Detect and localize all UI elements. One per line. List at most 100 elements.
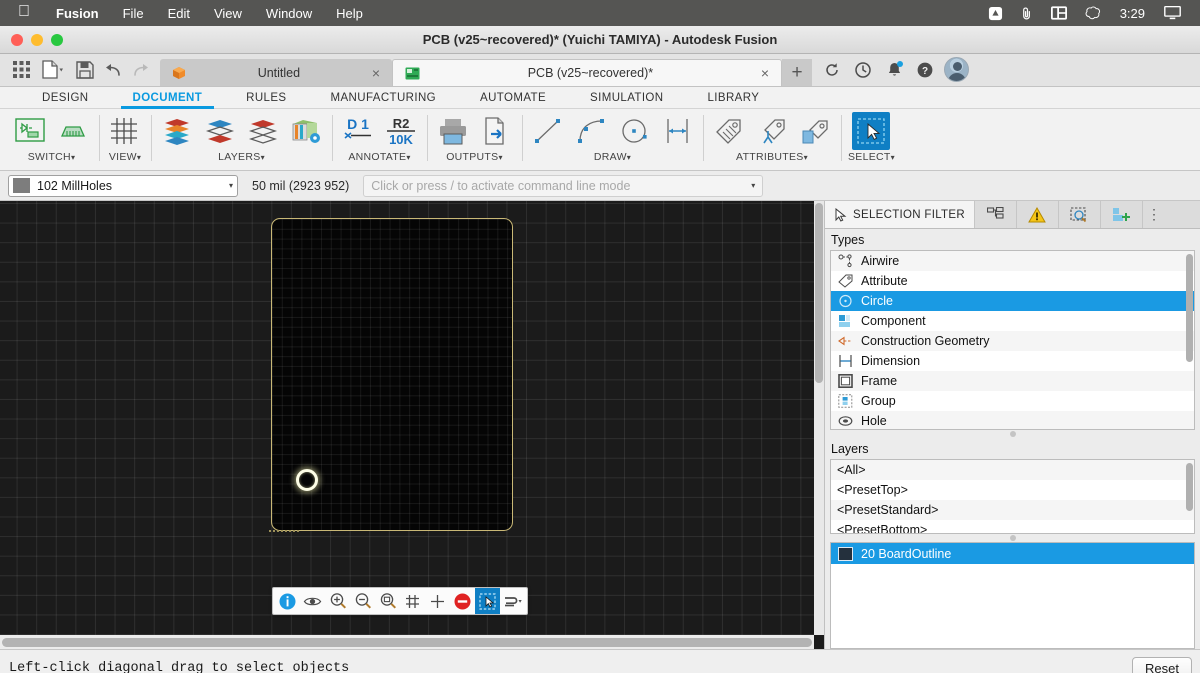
- ribbon-group-label[interactable]: ANNOTATE▾: [348, 151, 410, 164]
- ribbon-group-label[interactable]: VIEW▾: [109, 151, 141, 164]
- arc-icon[interactable]: [572, 112, 610, 150]
- list-item[interactable]: Component: [831, 311, 1194, 331]
- ribbon-tab-library[interactable]: LIBRARY: [685, 87, 781, 109]
- account-avatar[interactable]: [942, 56, 970, 84]
- list-item[interactable]: Airwire: [831, 251, 1194, 271]
- info-icon[interactable]: [275, 588, 300, 614]
- attribute-tag-icon[interactable]: [710, 112, 748, 150]
- pcb-canvas-area[interactable]: [0, 201, 824, 649]
- zoom-fit-icon[interactable]: [375, 588, 400, 614]
- print-icon[interactable]: [434, 112, 472, 150]
- zoom-out-icon[interactable]: [350, 588, 375, 614]
- menu-item-edit[interactable]: Edit: [156, 6, 202, 21]
- layers-scrollbar[interactable]: [1186, 461, 1193, 532]
- panel-overflow-menu[interactable]: ⋮: [1143, 201, 1165, 228]
- crosshair-icon[interactable]: [425, 588, 450, 614]
- list-item[interactable]: Frame: [831, 371, 1194, 391]
- list-item[interactable]: Hole: [831, 411, 1194, 429]
- selected-layer-row[interactable]: 20 BoardOutline: [830, 542, 1195, 564]
- board-outline[interactable]: [271, 218, 513, 531]
- reset-button[interactable]: Reset: [1132, 656, 1192, 673]
- list-item[interactable]: <PresetStandard>: [831, 500, 1194, 520]
- ribbon-tab-rules[interactable]: RULES: [224, 87, 308, 109]
- attribute-smash-icon[interactable]: [753, 112, 791, 150]
- openai-icon[interactable]: [1076, 5, 1110, 21]
- value-r2-10k-icon[interactable]: R2 10K: [382, 112, 420, 150]
- tab-add-component[interactable]: [1101, 201, 1143, 228]
- chevron-down-icon[interactable]: ▾: [229, 181, 233, 190]
- list-item[interactable]: <All>: [831, 460, 1194, 480]
- ribbon-group-label[interactable]: OUTPUTS▾: [446, 151, 503, 164]
- list-item[interactable]: <PresetBottom>: [831, 520, 1194, 533]
- ribbon-tab-design[interactable]: DESIGN: [20, 87, 111, 109]
- notifications-icon[interactable]: [880, 56, 908, 84]
- schematic-switch-icon[interactable]: [11, 112, 49, 150]
- layer-manager-icon[interactable]: [287, 112, 325, 150]
- route-mode-icon[interactable]: [500, 588, 525, 614]
- new-document-icon[interactable]: [36, 57, 70, 83]
- circle-icon[interactable]: [615, 112, 653, 150]
- canvas-vertical-scrollbar[interactable]: [814, 201, 824, 635]
- list-item[interactable]: Attribute: [831, 271, 1194, 291]
- list-item[interactable]: <PresetTop>: [831, 480, 1194, 500]
- apple-icon[interactable]: : [10, 4, 44, 22]
- grid-apps-icon[interactable]: [8, 57, 34, 83]
- visibility-eye-icon[interactable]: [300, 588, 325, 614]
- attribute-text-icon[interactable]: [796, 112, 834, 150]
- panel-splitter[interactable]: [825, 430, 1200, 438]
- menu-item-view[interactable]: View: [202, 6, 254, 21]
- line-icon[interactable]: [529, 112, 567, 150]
- paperclip-icon[interactable]: [1012, 6, 1042, 21]
- menu-item-help[interactable]: Help: [324, 6, 375, 21]
- select-tool-icon[interactable]: [475, 588, 500, 614]
- layers-list[interactable]: <All> <PresetTop> <PresetStandard> <Pres…: [830, 459, 1195, 534]
- layer-settings-icon[interactable]: [201, 112, 239, 150]
- pcb-canvas[interactable]: [0, 201, 814, 635]
- menu-item-fusion[interactable]: Fusion: [44, 6, 111, 21]
- ribbon-tab-document[interactable]: DOCUMENT: [111, 87, 225, 109]
- ribbon-group-label[interactable]: LAYERS▾: [218, 151, 265, 164]
- tab-hierarchy[interactable]: [975, 201, 1017, 228]
- list-item[interactable]: Group: [831, 391, 1194, 411]
- grid-toggle-icon[interactable]: [400, 588, 425, 614]
- select-cursor-icon[interactable]: [852, 112, 891, 150]
- save-icon[interactable]: [72, 57, 98, 83]
- close-icon[interactable]: ×: [372, 66, 380, 80]
- types-scrollbar[interactable]: [1186, 252, 1193, 428]
- ribbon-tab-manufacturing[interactable]: MANUFACTURING: [309, 87, 459, 109]
- tab-selection-filter[interactable]: SELECTION FILTER: [825, 201, 975, 228]
- board-switch-icon[interactable]: [54, 112, 92, 150]
- scrollbar-thumb[interactable]: [815, 203, 823, 383]
- menu-item-window[interactable]: Window: [254, 6, 324, 21]
- redo-icon[interactable]: [128, 57, 154, 83]
- scrollbar-thumb[interactable]: [2, 637, 812, 647]
- grid-view-icon[interactable]: [106, 112, 144, 150]
- help-icon[interactable]: ?: [911, 56, 939, 84]
- layer-display-icon[interactable]: [244, 112, 282, 150]
- active-layer-dropdown[interactable]: 102 MillHoles ▾: [8, 174, 238, 197]
- types-list[interactable]: Airwire Attribute Circle Component Const…: [830, 250, 1195, 430]
- tab-warnings[interactable]: [1017, 201, 1059, 228]
- command-line-input[interactable]: Click or press / to activate command lin…: [363, 174, 764, 197]
- selected-layer-list-body[interactable]: [830, 564, 1195, 649]
- ribbon-group-label[interactable]: ATTRIBUTES▾: [736, 151, 808, 164]
- ribbon-tab-automate[interactable]: AUTOMATE: [458, 87, 568, 109]
- refresh-icon[interactable]: [818, 56, 846, 84]
- ribbon-group-label[interactable]: SWITCH▾: [28, 151, 76, 164]
- panels-icon[interactable]: [1042, 6, 1076, 20]
- canvas-horizontal-scrollbar[interactable]: [0, 635, 814, 649]
- export-icon[interactable]: [477, 112, 515, 150]
- panel-splitter[interactable]: [825, 534, 1200, 542]
- undo-icon[interactable]: [100, 57, 126, 83]
- chevron-down-icon[interactable]: ▾: [751, 181, 755, 190]
- zoom-in-icon[interactable]: [325, 588, 350, 614]
- drive-icon[interactable]: [979, 6, 1012, 21]
- menu-bar-clock[interactable]: 3:29: [1110, 6, 1155, 21]
- close-icon[interactable]: ×: [761, 66, 769, 80]
- layer-stack-icon[interactable]: [158, 112, 196, 150]
- job-status-icon[interactable]: [849, 56, 877, 84]
- list-item[interactable]: Dimension: [831, 351, 1194, 371]
- new-tab-button[interactable]: +: [782, 59, 812, 86]
- dimension-d1-icon[interactable]: D 1: [339, 112, 377, 150]
- document-tab-pcb[interactable]: PCB (v25~recovered)* ×: [392, 59, 782, 86]
